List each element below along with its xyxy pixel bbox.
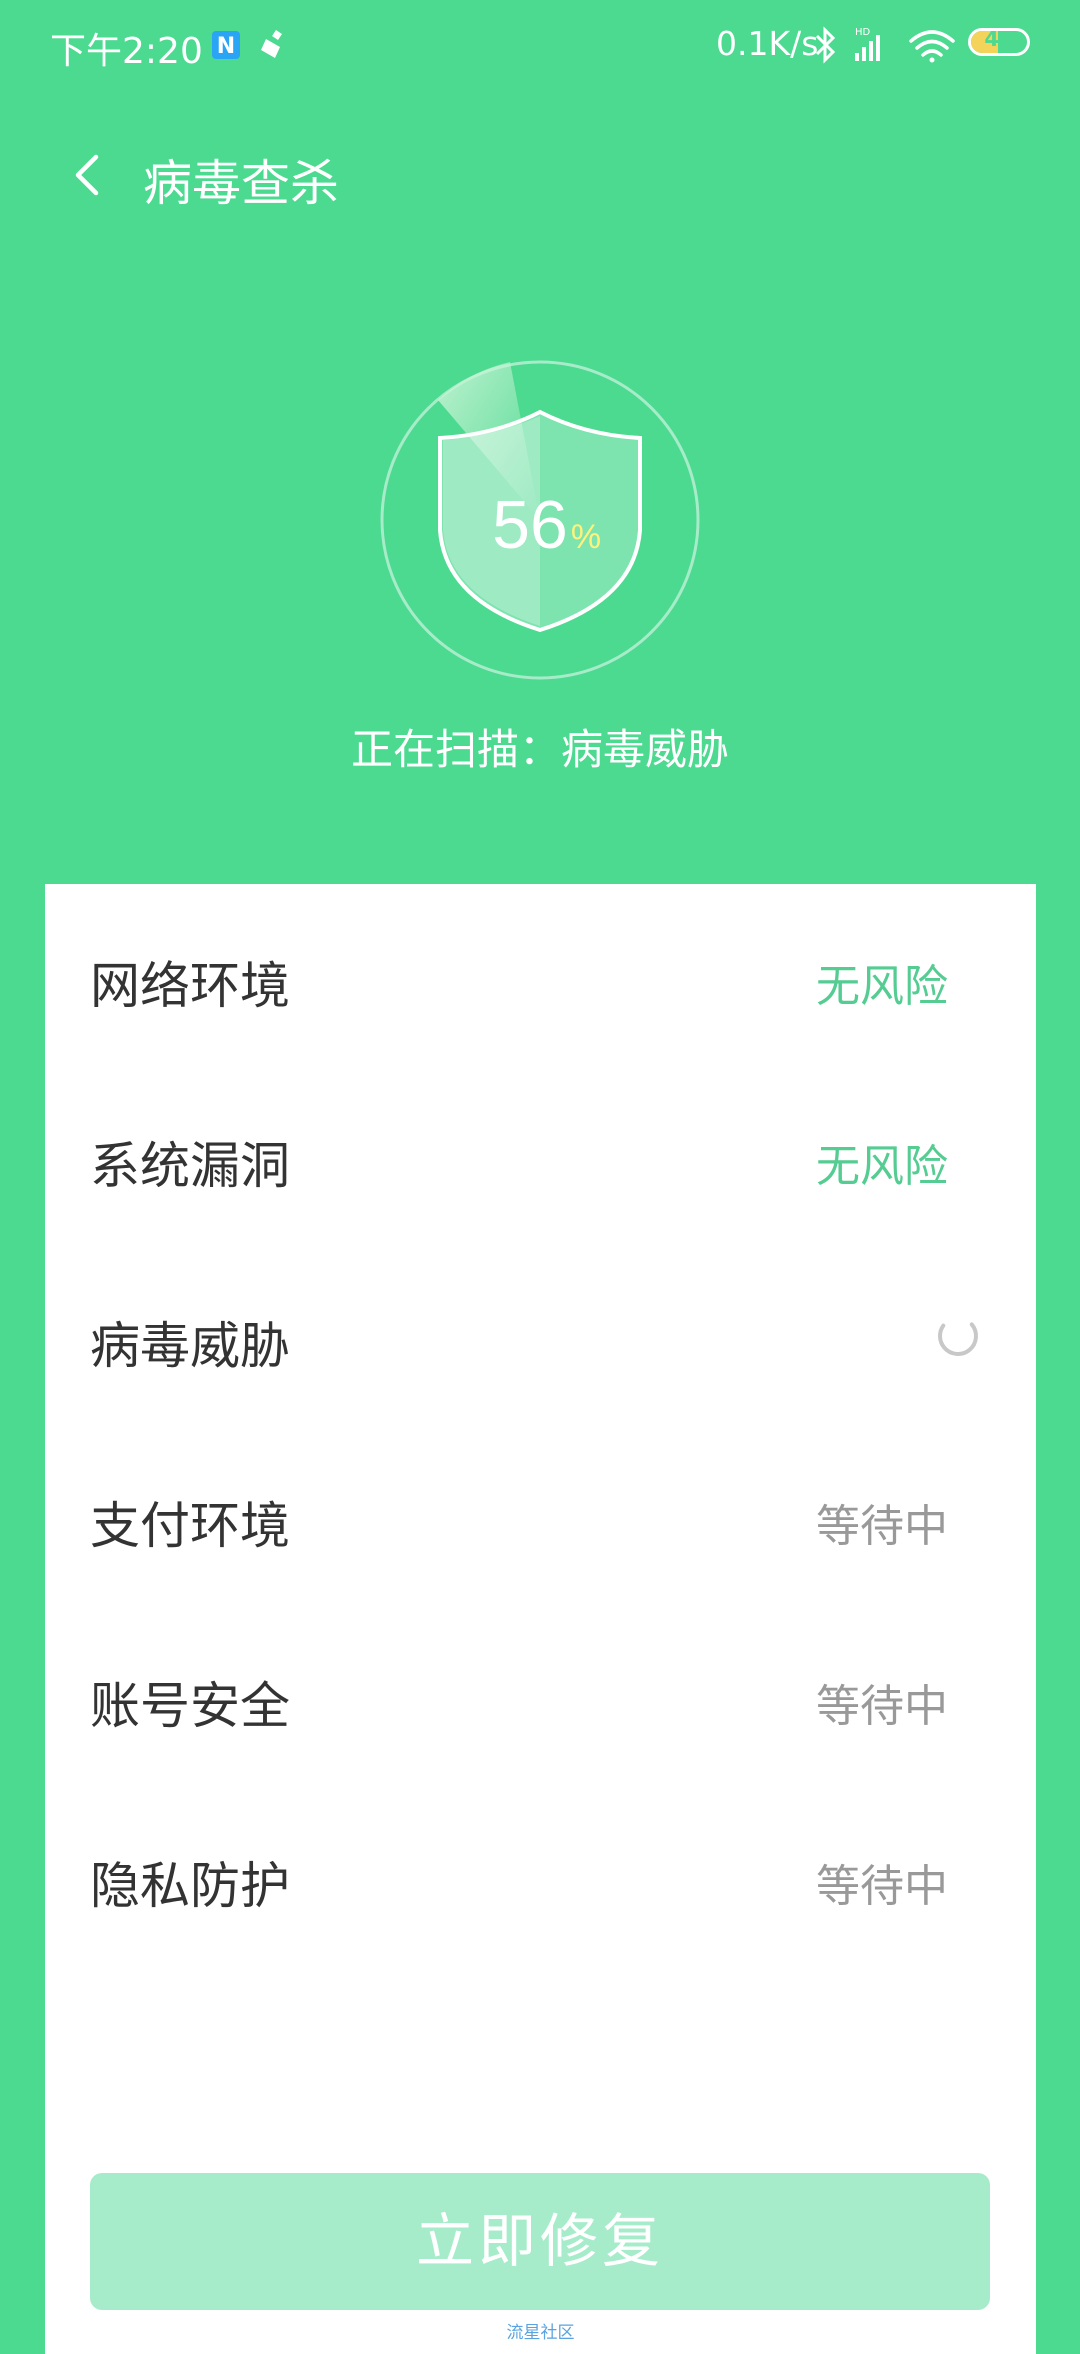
scan-item-label: 网络环境	[90, 957, 290, 1015]
scan-items-card: 网络环境 无风险 系统漏洞 无风险 病毒威胁 支付环境 等待中 账号安全 等待中…	[45, 884, 1036, 2354]
scan-item-status: 等待中	[816, 1501, 948, 1552]
notification-n-icon: N	[212, 31, 240, 59]
battery-level-text: 48	[984, 28, 1014, 51]
scan-item-network: 网络环境 无风险	[45, 884, 1036, 1064]
scan-status-text: 正在扫描：病毒威胁	[350, 725, 729, 774]
fix-now-button[interactable]: 立即修复	[90, 2173, 990, 2310]
scan-item-status: 等待中	[816, 1861, 948, 1912]
scan-item-account-security: 账号安全 等待中	[45, 1604, 1036, 1784]
broom-icon	[261, 30, 282, 58]
chevron-left-icon	[75, 154, 99, 196]
scan-item-label: 账号安全	[90, 1677, 290, 1735]
svg-text:N: N	[217, 34, 235, 59]
scan-progress-graphic: 56 %	[380, 360, 700, 680]
scan-item-privacy: 隐私防护 等待中	[45, 1784, 1036, 1964]
header-bar: 病毒查杀	[0, 120, 1080, 230]
scan-item-label: 隐私防护	[90, 1857, 290, 1915]
scan-item-label: 病毒威胁	[90, 1317, 290, 1375]
scan-item-status: 等待中	[816, 1681, 948, 1732]
wifi-icon	[909, 30, 955, 63]
scan-item-virus-threat: 病毒威胁	[45, 1244, 1036, 1424]
scan-item-system-vulnerability: 系统漏洞 无风险	[45, 1064, 1036, 1244]
scan-item-payment: 支付环境 等待中	[45, 1424, 1036, 1604]
scan-item-status: 无风险	[816, 1141, 948, 1192]
battery-icon: 48	[968, 28, 1030, 56]
network-speed: 0.1K/s	[716, 24, 819, 63]
scan-percent-sign: %	[571, 518, 601, 556]
loading-spinner-icon	[938, 1316, 978, 1356]
status-time: 下午2:20	[50, 31, 203, 72]
bluetooth-icon	[815, 26, 836, 64]
hd-signal-icon: HD	[855, 27, 880, 61]
back-button[interactable]	[56, 140, 126, 210]
status-bar: 下午2:20 N 0.1K/s HD 48	[0, 0, 1080, 90]
svg-text:HD: HD	[855, 27, 871, 38]
scan-item-label: 系统漏洞	[90, 1137, 290, 1195]
scan-item-status: 无风险	[816, 961, 948, 1012]
scan-percent-value: 56	[492, 487, 568, 563]
watermark-text: 流星社区	[506, 2323, 575, 2343]
page-title: 病毒查杀	[143, 155, 340, 212]
scan-item-label: 支付环境	[90, 1497, 290, 1555]
